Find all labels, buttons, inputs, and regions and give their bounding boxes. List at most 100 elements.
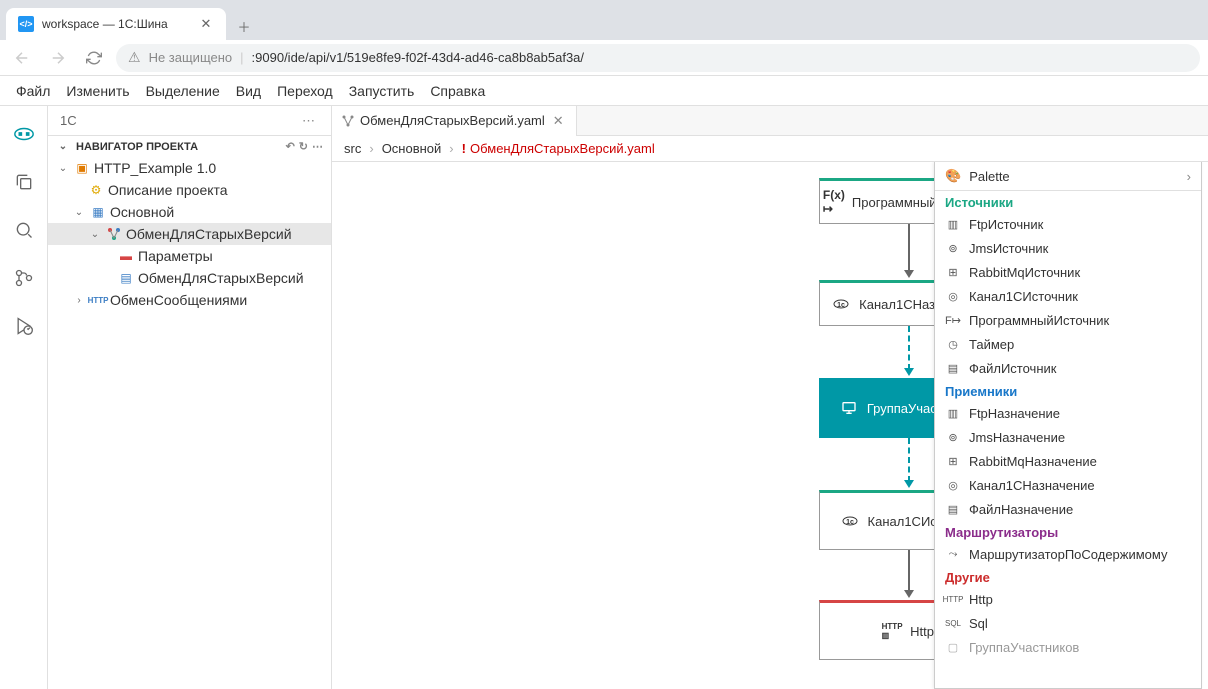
- close-icon[interactable]: ✕: [551, 113, 566, 129]
- palette-header[interactable]: 🎨 Palette ›: [935, 162, 1201, 191]
- menu-edit[interactable]: Изменить: [66, 83, 129, 99]
- palette-item[interactable]: ▢ ГруппаУчастников: [935, 635, 1201, 659]
- tree-project[interactable]: ⌄ ▣ HTTP_Example 1.0: [48, 157, 331, 179]
- tree-label: ОбменСообщениями: [110, 292, 247, 308]
- palette-item[interactable]: ⊞ RabbitMqИсточник: [935, 260, 1201, 284]
- arrow-head-icon: [904, 590, 914, 598]
- palette-item-label: ГруппаУчастников: [969, 640, 1079, 655]
- arrow: [908, 550, 910, 592]
- palette-item[interactable]: HTTPHttp: [935, 587, 1201, 611]
- more-icon[interactable]: ⋯: [298, 113, 319, 129]
- navigator-label: НАВИГАТОР ПРОЕКТА: [76, 141, 198, 153]
- close-icon[interactable]: ✕: [198, 16, 214, 32]
- palette-item[interactable]: ▥FtpНазначение: [935, 401, 1201, 425]
- gear-icon: ⚙: [88, 182, 104, 198]
- activity-debug[interactable]: [4, 306, 44, 346]
- tree-desc[interactable]: ⚙ Описание проекта: [48, 179, 331, 201]
- arrow-head-icon: [904, 270, 914, 278]
- palette-item-label: FtpИсточник: [969, 217, 1043, 232]
- arrow-head-icon: [904, 368, 914, 376]
- navigator-section[interactable]: ⌄ НАВИГАТОР ПРОЕКТА ↶ ↻ ⋯: [48, 136, 331, 157]
- palette-item[interactable]: ◎Канал1СНазначение: [935, 473, 1201, 497]
- palette-item[interactable]: ▤ФайлНазначение: [935, 497, 1201, 521]
- refresh-left-icon[interactable]: ↶: [286, 140, 295, 153]
- menu-file[interactable]: Файл: [16, 83, 50, 99]
- breadcrumb-item[interactable]: Основной: [382, 141, 442, 156]
- chevron-down-icon: ⌄: [72, 207, 86, 218]
- forward-button[interactable]: [44, 44, 72, 72]
- menu-selection[interactable]: Выделение: [146, 83, 220, 99]
- 1c-icon: 1c: [842, 513, 858, 529]
- palette-item[interactable]: SQLSql: [935, 611, 1201, 635]
- svg-text:1c: 1c: [837, 302, 845, 309]
- reload-button[interactable]: [80, 44, 108, 72]
- url-bar[interactable]: ⚠ Не защищено | :9090/ide/api/v1/519e8fe…: [116, 44, 1200, 72]
- chevron-right-icon[interactable]: ›: [1187, 169, 1191, 184]
- palette-section-sinks: Приемники: [935, 380, 1201, 401]
- menu-help[interactable]: Справка: [430, 83, 485, 99]
- palette-item[interactable]: ⤳МаршрутизаторПоСодержимому: [935, 542, 1201, 566]
- menu-view[interactable]: Вид: [236, 83, 261, 99]
- more-icon[interactable]: ⋯: [312, 140, 323, 153]
- tree-label: ОбменДляСтарыхВерсий: [126, 226, 292, 242]
- tree-params[interactable]: ▬ Параметры: [48, 245, 331, 267]
- http-icon: HTTP▥: [884, 623, 900, 639]
- tab-title: workspace — 1С:Шина: [42, 17, 190, 31]
- back-button[interactable]: [8, 44, 36, 72]
- breadcrumb-item[interactable]: src: [344, 141, 361, 156]
- ftp-icon: ▥: [945, 216, 961, 232]
- palette-item[interactable]: ▤ФайлИсточник: [935, 356, 1201, 380]
- palette-item[interactable]: ⊞RabbitMqНазначение: [935, 449, 1201, 473]
- tree-exchange-old[interactable]: ⌄ ОбменДляСтарыхВерсий: [48, 223, 331, 245]
- project-icon: ▣: [74, 160, 90, 176]
- palette-item[interactable]: ▥ FtpИсточник: [935, 212, 1201, 236]
- activity-copy[interactable]: [4, 162, 44, 202]
- jms-icon: ⊚: [945, 429, 961, 445]
- palette: 🎨 Palette › Источники ▥FtpИсточник ⊚JmsИ…: [934, 162, 1202, 689]
- palette-item[interactable]: F↦ПрограммныйИсточник: [935, 308, 1201, 332]
- function-icon: F↦: [945, 312, 961, 328]
- activity-explorer[interactable]: [4, 114, 44, 154]
- tree-label: HTTP_Example 1.0: [94, 160, 216, 176]
- palette-title: Palette: [969, 169, 1009, 184]
- 1c-icon: 1c: [833, 296, 849, 312]
- activity-scm[interactable]: [4, 258, 44, 298]
- chevron-right-icon: ›: [72, 295, 86, 306]
- editor-tab[interactable]: ОбменДляСтарыхВерсий.yaml ✕: [332, 106, 577, 136]
- tree-exchange-file[interactable]: ▤ ОбменДляСтарыхВерсий: [48, 267, 331, 289]
- ftp-icon: ▥: [945, 405, 961, 421]
- palette-item-label: Http: [969, 592, 993, 607]
- monitor-icon: ▢: [945, 639, 961, 655]
- menu-run[interactable]: Запустить: [349, 83, 415, 99]
- palette-item-label: Sql: [969, 616, 988, 631]
- breadcrumb-item-error[interactable]: !ОбменДляСтарыхВерсий.yaml: [462, 141, 655, 156]
- palette-item-label: ФайлНазначение: [969, 502, 1073, 517]
- function-icon: F(x)↦: [826, 194, 842, 210]
- tree-label: ОбменДляСтарыхВерсий: [138, 270, 304, 286]
- palette-section-other: Другие: [935, 566, 1201, 587]
- new-tab-button[interactable]: ＋: [230, 12, 258, 40]
- palette-item-label: Канал1СНазначение: [969, 478, 1095, 493]
- palette-item[interactable]: ⊚JmsИсточник: [935, 236, 1201, 260]
- breadcrumb: src › Основной › !ОбменДляСтарыхВерсий.y…: [332, 136, 1208, 162]
- palette-item-label: RabbitMqИсточник: [969, 265, 1080, 280]
- palette-item-label: JmsНазначение: [969, 430, 1065, 445]
- arrow-dashed: [908, 326, 910, 370]
- palette-item[interactable]: ⊚ JmsНазначение: [935, 425, 1201, 449]
- browser-tab[interactable]: </> workspace — 1С:Шина ✕: [6, 8, 226, 40]
- refresh-icon[interactable]: ↻: [299, 140, 308, 153]
- activity-search[interactable]: [4, 210, 44, 250]
- canvas[interactable]: F(x)↦ ПрограммныйИсточник 1c Канал1СНазн…: [332, 162, 1208, 689]
- tree-exchange-msg[interactable]: › HTTP ОбменСообщениями: [48, 289, 331, 311]
- 1c-icon: ◎: [945, 288, 961, 304]
- palette-item[interactable]: ◷Таймер: [935, 332, 1201, 356]
- tree-main[interactable]: ⌄ ▦ Основной: [48, 201, 331, 223]
- chevron-right-icon: ›: [449, 141, 453, 156]
- menu-go[interactable]: Переход: [277, 83, 333, 99]
- activity-bar: [0, 106, 48, 689]
- palette-icon: 🎨: [945, 168, 961, 184]
- sidebar-title: 1С: [60, 113, 298, 128]
- editor-tab-bar: ОбменДляСтарыхВерсий.yaml ✕: [332, 106, 1208, 136]
- rabbit-icon: ⊞: [945, 264, 961, 280]
- palette-item[interactable]: ◎Канал1СИсточник: [935, 284, 1201, 308]
